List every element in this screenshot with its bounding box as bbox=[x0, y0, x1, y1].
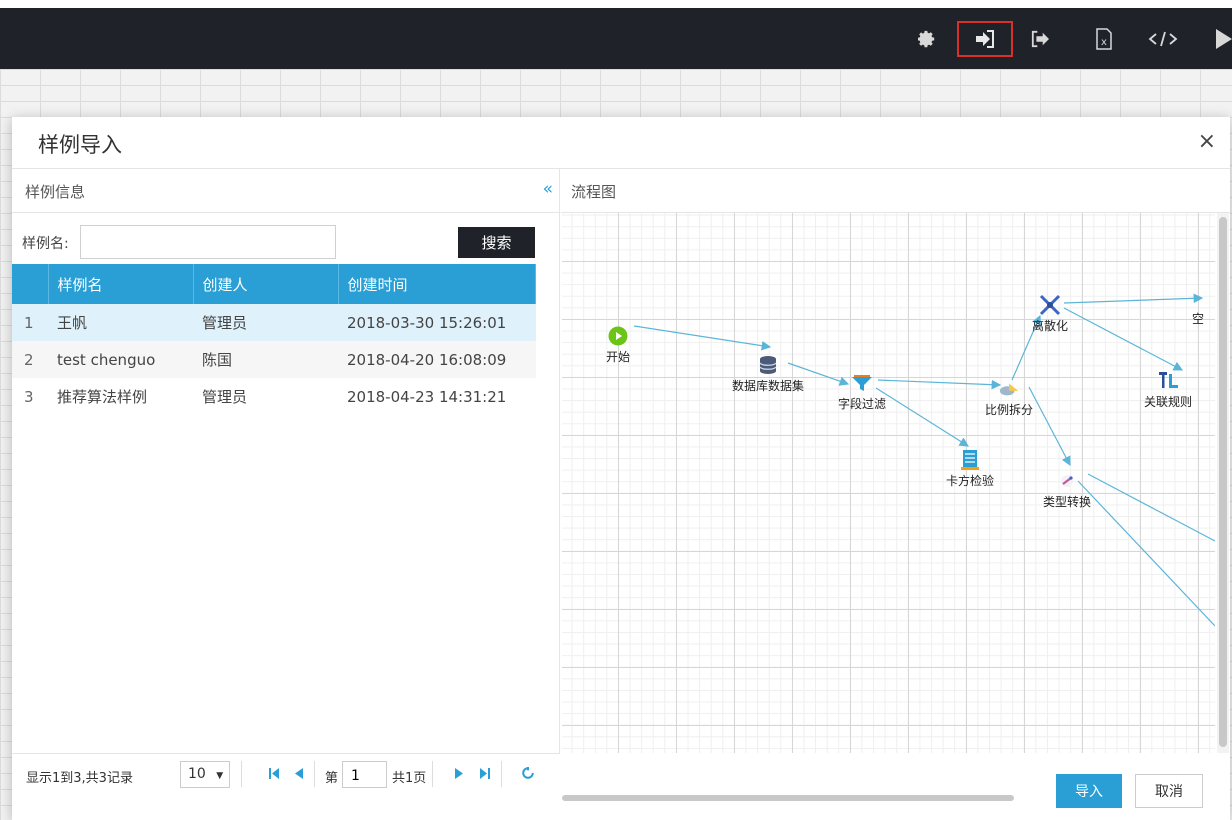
flow-edge bbox=[1077, 480, 1215, 627]
dialog-title: 样例导入 bbox=[38, 133, 122, 157]
top-toolbar: x bbox=[0, 8, 1232, 69]
node-label: 字段过滤 bbox=[838, 397, 887, 411]
filter-icon bbox=[851, 372, 873, 394]
row-creator: 管理员 bbox=[202, 388, 248, 406]
code-icon[interactable] bbox=[1146, 22, 1180, 56]
row-created: 2018-04-23 14:31:21 bbox=[347, 387, 507, 406]
row-name: 王帆 bbox=[48, 304, 193, 341]
play-circle-icon bbox=[607, 325, 629, 347]
excel-file-icon[interactable]: x bbox=[1087, 22, 1121, 56]
collapse-icon[interactable]: « bbox=[543, 179, 553, 199]
node-type-convert[interactable]: 类型转换 bbox=[1043, 470, 1091, 510]
import-button[interactable]: 导入 bbox=[1056, 774, 1122, 808]
database-icon bbox=[757, 354, 779, 376]
sample-info-header: 样例信息 « bbox=[12, 169, 559, 213]
node-discretize[interactable]: 离散化 bbox=[1032, 294, 1068, 334]
node-label: 离散化 bbox=[1032, 319, 1069, 333]
flow-edges bbox=[633, 293, 1215, 627]
dialog-header: 样例导入 × bbox=[12, 117, 1230, 169]
node-start[interactable]: 开始 bbox=[606, 325, 630, 365]
flow-edge bbox=[1028, 386, 1071, 467]
node-label: 类型转换 bbox=[1043, 495, 1092, 509]
table-row[interactable]: 2 test chenguo 陈国 2018-04-20 16:08:09 bbox=[12, 341, 536, 378]
split-icon bbox=[998, 378, 1020, 400]
node-ratio-split[interactable]: 比例拆分 bbox=[985, 378, 1033, 418]
export-icon[interactable] bbox=[1023, 22, 1057, 56]
node-chi-square[interactable]: 卡方检验 bbox=[946, 449, 994, 489]
node-partial[interactable]: 空 bbox=[1192, 309, 1204, 327]
node-label: 关联规则 bbox=[1144, 395, 1193, 409]
svg-text:x: x bbox=[1101, 37, 1107, 48]
row-creator: 陈国 bbox=[193, 341, 338, 378]
row-index: 2 bbox=[12, 341, 48, 378]
row-created: 2018-03-30 15:26:01 bbox=[338, 304, 536, 341]
flowchart-panel: 流程图 开始 数据库数据集 字段过滤 卡方检验 比例拆分 离散化 类型转换 关联… bbox=[561, 169, 1230, 801]
node-field-filter[interactable]: 字段过滤 bbox=[838, 372, 886, 412]
table-row[interactable]: 3 推荐算法样例 管理员 2018-04-23 14:31:21 bbox=[12, 378, 536, 415]
panel-title: 流程图 bbox=[571, 183, 617, 201]
flow-edge bbox=[875, 387, 970, 447]
table-row[interactable]: 1 王帆 管理员 2018-03-30 15:26:01 bbox=[12, 304, 536, 341]
type-convert-icon bbox=[1056, 470, 1078, 492]
close-icon[interactable]: × bbox=[1198, 131, 1216, 153]
search-row: 样例名: 搜索 bbox=[12, 225, 560, 259]
column-header-creator[interactable]: 创建人 bbox=[193, 264, 339, 304]
table-header-row: 样例名 创建人 创建时间 bbox=[12, 264, 536, 304]
dialog-footer: 导入 取消 bbox=[12, 753, 1230, 820]
search-label: 样例名: bbox=[22, 236, 69, 252]
row-creator: 管理员 bbox=[193, 304, 338, 341]
chi-square-icon bbox=[959, 449, 981, 471]
vertical-scrollbar[interactable] bbox=[1217, 213, 1229, 753]
column-header-created[interactable]: 创建时间 bbox=[338, 264, 536, 304]
column-header-name[interactable]: 样例名 bbox=[48, 264, 194, 304]
row-name: 推荐算法样例 bbox=[57, 388, 148, 406]
import-icon[interactable] bbox=[957, 21, 1013, 57]
scroll-thumb[interactable] bbox=[1219, 217, 1227, 747]
node-label: 卡方检验 bbox=[946, 474, 995, 488]
row-index: 1 bbox=[12, 304, 48, 341]
flow-edge bbox=[1063, 293, 1204, 304]
cancel-button[interactable]: 取消 bbox=[1135, 774, 1203, 808]
gear-icon[interactable] bbox=[910, 22, 944, 56]
flow-edge bbox=[877, 379, 1002, 390]
play-icon[interactable] bbox=[1206, 22, 1232, 56]
sample-info-panel: 样例信息 « 样例名: 搜索 样例名 创建人 创建时间 1 王帆 管理员 201… bbox=[12, 169, 560, 788]
sample-name-input[interactable] bbox=[80, 225, 336, 259]
sample-table: 样例名 创建人 创建时间 1 王帆 管理员 2018-03-30 15:26:0… bbox=[12, 264, 536, 415]
flowchart-header: 流程图 bbox=[561, 169, 1230, 213]
flowchart-canvas[interactable]: 开始 数据库数据集 字段过滤 卡方检验 比例拆分 离散化 类型转换 关联规则 空 bbox=[562, 213, 1215, 753]
row-created: 2018-04-20 16:08:09 bbox=[338, 341, 536, 378]
flow-edge bbox=[633, 325, 772, 351]
association-rule-icon bbox=[1157, 370, 1179, 392]
panel-title: 样例信息 bbox=[25, 183, 86, 201]
sample-import-dialog: 样例导入 × 样例信息 « 样例名: 搜索 样例名 创建人 创建时间 1 王帆 … bbox=[12, 117, 1230, 820]
row-name: test chenguo bbox=[48, 341, 193, 378]
row-index: 3 bbox=[24, 387, 34, 406]
node-label: 开始 bbox=[606, 350, 631, 364]
node-label: 空 bbox=[1192, 312, 1205, 326]
node-label: 比例拆分 bbox=[985, 403, 1034, 417]
node-database-dataset[interactable]: 数据库数据集 bbox=[732, 354, 804, 394]
node-label: 数据库数据集 bbox=[732, 379, 805, 393]
node-association-rule[interactable]: 关联规则 bbox=[1144, 370, 1192, 410]
column-header-index bbox=[12, 264, 49, 304]
flow-edge bbox=[1063, 307, 1184, 371]
search-button[interactable]: 搜索 bbox=[458, 227, 535, 258]
discretize-icon bbox=[1039, 294, 1061, 316]
flow-edge bbox=[1087, 473, 1215, 542]
